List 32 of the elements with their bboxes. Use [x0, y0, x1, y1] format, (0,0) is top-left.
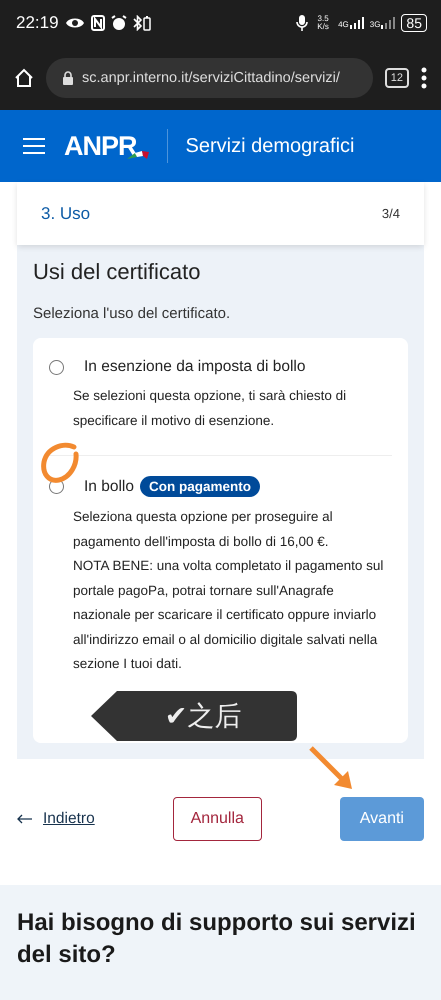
option-label[interactable]: In bollo	[84, 478, 134, 496]
step-title: 3. Uso	[41, 204, 90, 224]
nfc-icon	[90, 15, 105, 31]
clock: 22:19	[16, 13, 59, 33]
microphone-icon	[296, 14, 308, 32]
cancel-button[interactable]: Annulla	[172, 796, 262, 840]
address-bar[interactable]: sc.anpr.interno.it/serviziCittadino/servizi/	[46, 58, 373, 98]
alarm-icon	[110, 15, 127, 31]
tab-count-button[interactable]: 12	[384, 68, 409, 88]
menu-icon[interactable]	[421, 67, 427, 89]
annotation-callout: ✔之后	[91, 690, 297, 740]
section-title: Usi del certificato	[33, 259, 202, 285]
lock-icon	[62, 71, 74, 85]
network-speed: 3.5 K/s	[316, 15, 330, 31]
left-arrow-icon	[17, 814, 33, 824]
radio-button[interactable]	[49, 360, 64, 374]
option-description: Se selezioni questa opzione, ti sarà chiesto di specificare il motivo di esenzione.	[73, 387, 348, 430]
logo[interactable]: ANPR	[64, 130, 137, 160]
battery-icon: 85	[401, 14, 427, 32]
pointer-arrow	[308, 744, 354, 790]
page-title: Servizi demografici	[186, 134, 354, 158]
option-description: NOTA BENE: una volta completato il pagamento sul portale pagoPa, potrai tornare sull'Anagrafe nazionale per scaricare il certificato oppure inviarlo all'indirizzo email o al domicilio digitale salvati nella sezione I tuoi dati.	[73, 557, 384, 673]
back-link[interactable]: Indietro	[17, 810, 95, 828]
support-heading: Hai bisogno di supporto sui servizi del sito?	[17, 908, 417, 970]
option-label[interactable]: In esenzione da imposta di bollo	[84, 358, 306, 376]
bluetooth-icon	[132, 15, 151, 31]
section-subtitle: Seleziona l'uso del certificato.	[33, 305, 232, 322]
home-icon[interactable]	[14, 68, 34, 88]
eye-icon	[64, 16, 85, 30]
payment-tag: Con pagamento	[140, 476, 260, 497]
step-counter: 3/4	[382, 206, 400, 221]
option-description: Seleziona questa opzione per proseguire al pagamento dell'imposta di bollo di 16,00 €.	[73, 508, 334, 551]
